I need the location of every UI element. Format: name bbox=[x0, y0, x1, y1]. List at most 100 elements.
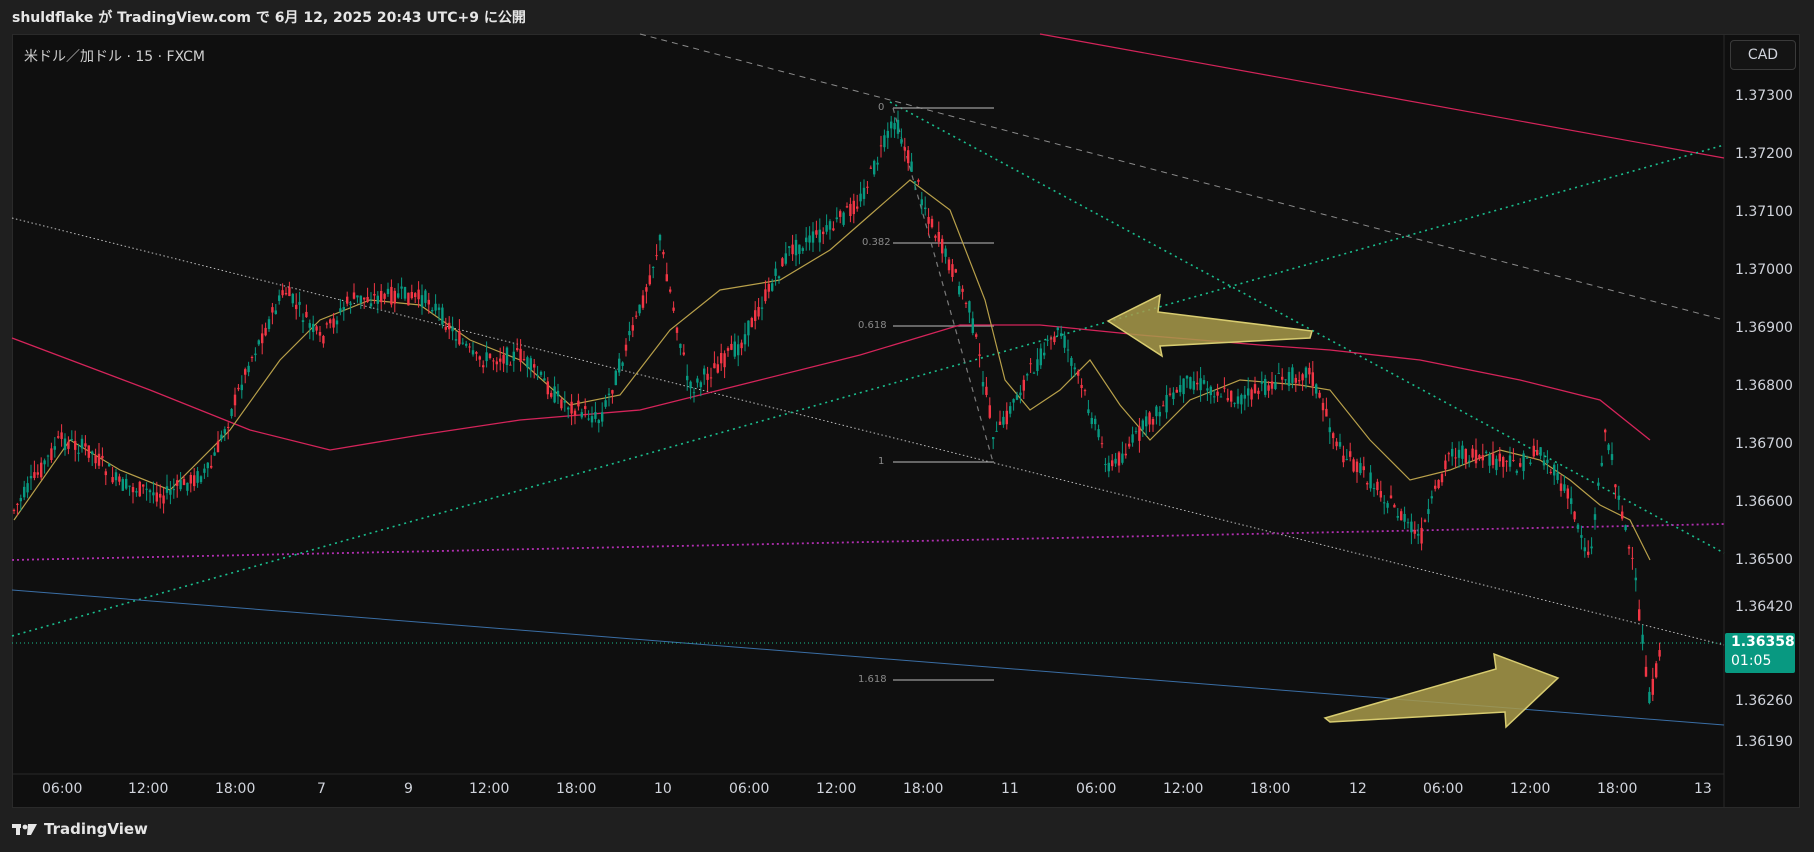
tradingview-logo-icon bbox=[12, 824, 37, 835]
candle-body bbox=[1182, 378, 1185, 395]
candle-body bbox=[1379, 491, 1382, 498]
candle-body bbox=[254, 353, 257, 356]
candle-body bbox=[383, 293, 386, 299]
candle-body bbox=[601, 412, 604, 422]
candle-body bbox=[1658, 650, 1661, 657]
candle-body bbox=[257, 340, 260, 345]
candle-body bbox=[1583, 547, 1586, 552]
candle-body bbox=[53, 446, 56, 450]
candle-body bbox=[1519, 463, 1522, 467]
candle-body bbox=[1321, 402, 1325, 411]
candle-body bbox=[1196, 382, 1199, 385]
red-channel-line bbox=[1039, 33, 1725, 159]
chart-canvas[interactable] bbox=[0, 0, 1814, 852]
candle-body bbox=[478, 356, 481, 360]
candle-body bbox=[570, 401, 573, 414]
candle-body bbox=[1481, 455, 1484, 461]
candle-body bbox=[1576, 524, 1580, 529]
candle-body bbox=[1328, 427, 1331, 433]
candle-body bbox=[1434, 485, 1437, 489]
candle-body bbox=[1202, 380, 1206, 384]
candle-body bbox=[587, 418, 590, 420]
candle-body bbox=[380, 290, 383, 303]
candle-body bbox=[1417, 533, 1420, 536]
fib-label: 0 bbox=[878, 102, 885, 113]
candle-body bbox=[1573, 511, 1576, 520]
candle-body bbox=[454, 339, 458, 341]
candle-body bbox=[1468, 460, 1471, 462]
candle-body bbox=[1590, 546, 1593, 549]
candle-body bbox=[703, 368, 706, 375]
fast-ma-line bbox=[13, 179, 1651, 561]
candle-body bbox=[1100, 443, 1104, 445]
candle-body bbox=[1464, 448, 1467, 463]
candle-body bbox=[63, 438, 67, 450]
candle-body bbox=[114, 472, 118, 481]
candle-body bbox=[638, 304, 641, 314]
candle-body bbox=[125, 478, 128, 489]
candle-body bbox=[1546, 459, 1549, 463]
candle-body bbox=[1454, 457, 1457, 459]
candle-body bbox=[1570, 498, 1573, 504]
candle-body bbox=[747, 320, 750, 336]
candle-body bbox=[672, 307, 675, 311]
candle-body bbox=[1104, 464, 1107, 466]
candle-body bbox=[448, 322, 451, 330]
time-label: 06:00 bbox=[729, 781, 770, 797]
candle-body bbox=[781, 258, 784, 267]
candle-body bbox=[1209, 386, 1212, 396]
candle-body bbox=[1287, 371, 1291, 386]
candle-body bbox=[995, 430, 998, 432]
candle-body bbox=[135, 491, 138, 493]
candle-body bbox=[563, 400, 566, 403]
candle-body bbox=[1372, 488, 1376, 490]
candle-body bbox=[220, 434, 223, 440]
candle-body bbox=[305, 311, 308, 318]
candle-body bbox=[492, 360, 495, 362]
candle-body bbox=[1083, 390, 1087, 392]
candle-body bbox=[594, 411, 597, 419]
candle-body bbox=[1651, 678, 1654, 695]
current-price-value: 1.36358 bbox=[1731, 634, 1795, 650]
candle-body bbox=[1114, 458, 1117, 464]
candle-body bbox=[339, 308, 342, 313]
candle-body bbox=[458, 330, 461, 345]
currency-button[interactable]: CAD bbox=[1730, 40, 1796, 70]
candle-body bbox=[696, 378, 699, 383]
candle-body bbox=[560, 399, 563, 409]
candle-body bbox=[1461, 445, 1464, 459]
candle-body bbox=[941, 238, 944, 254]
candle-body bbox=[91, 451, 94, 455]
candle-body bbox=[230, 409, 233, 417]
candle-body bbox=[998, 421, 1002, 426]
candle-body bbox=[1002, 416, 1005, 425]
candle-body bbox=[1073, 367, 1076, 370]
candle-body bbox=[624, 344, 628, 351]
candle-body bbox=[917, 179, 920, 182]
candle-body bbox=[1277, 372, 1280, 374]
candle-body bbox=[893, 123, 896, 130]
candle-body bbox=[104, 471, 107, 476]
candle-body bbox=[363, 297, 366, 300]
candle-body bbox=[1383, 502, 1386, 504]
candle-body bbox=[839, 211, 842, 217]
candle-body bbox=[713, 363, 716, 369]
candle-body bbox=[1240, 394, 1243, 405]
candle-body bbox=[1165, 394, 1168, 413]
candle-body bbox=[1026, 374, 1029, 376]
candle-body bbox=[1301, 374, 1304, 381]
candle-body bbox=[1189, 377, 1192, 389]
candle-body bbox=[376, 295, 379, 304]
candle-body bbox=[165, 486, 169, 493]
candle-body bbox=[512, 351, 515, 361]
candle-body bbox=[992, 437, 995, 440]
candle-body bbox=[213, 452, 216, 456]
tradingview-brand[interactable]: TradingView bbox=[12, 820, 148, 838]
candle-body bbox=[162, 495, 165, 504]
candle-body bbox=[1389, 495, 1393, 499]
time-label: 9 bbox=[404, 781, 413, 797]
candle-body bbox=[1175, 389, 1178, 393]
candle-body bbox=[138, 481, 141, 497]
candle-body bbox=[67, 441, 70, 449]
price-label: 1.36600 bbox=[1735, 494, 1793, 510]
